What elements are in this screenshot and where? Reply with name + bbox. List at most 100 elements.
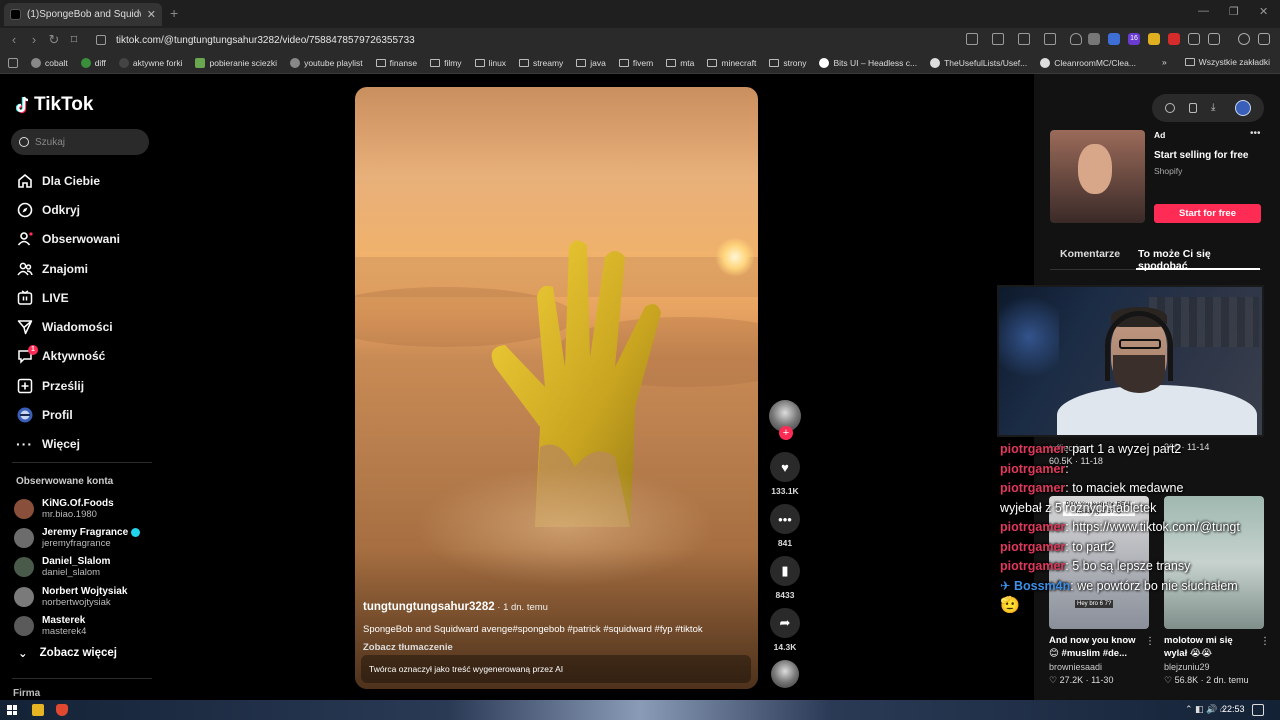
bookmark-folder[interactable]: mta: [666, 58, 694, 68]
followed-account[interactable]: KiNG.Of.Foods mr.biao.1980: [14, 494, 140, 523]
media-control-icon[interactable]: [1238, 33, 1250, 45]
panel-tabs: Komentarze To może Ci się spodobać: [1050, 246, 1262, 272]
maximize-icon[interactable]: ❐: [1229, 5, 1239, 18]
follow-plus-icon[interactable]: +: [779, 426, 793, 440]
bookmark-folder[interactable]: filmy: [430, 58, 462, 68]
phone-icon[interactable]: [1189, 103, 1197, 113]
ad-thumbnail[interactable]: [1050, 130, 1145, 223]
nav-explore[interactable]: Odkryj: [16, 195, 120, 224]
tab-comments[interactable]: Komentarze: [1060, 248, 1120, 260]
back-icon[interactable]: ‹: [6, 32, 22, 47]
nav-live[interactable]: LIVE: [16, 283, 120, 312]
following-icon: [16, 231, 33, 248]
site-info-icon[interactable]: [96, 35, 106, 45]
more-bookmarks-icon[interactable]: »: [1162, 57, 1167, 67]
bookmark-folder[interactable]: minecraft: [707, 58, 756, 68]
file-explorer-icon[interactable]: [32, 704, 44, 716]
pip-icon[interactable]: [992, 33, 1004, 45]
nav-activity[interactable]: 1 Aktywność: [16, 342, 120, 371]
bookmark-folder[interactable]: finanse: [375, 58, 417, 68]
ai-generated-notice: Twórca oznaczył jako treść wygenerowaną …: [361, 655, 751, 683]
minimize-icon[interactable]: —: [1198, 5, 1209, 17]
search-input[interactable]: Szukaj: [11, 129, 149, 155]
nav-friends[interactable]: Znajomi: [16, 254, 120, 283]
sidebar-toggle-icon[interactable]: [1208, 33, 1220, 45]
folder-icon: [519, 58, 530, 67]
followed-account[interactable]: Masterek masterek4: [14, 611, 140, 640]
bookmark-folder[interactable]: linux: [474, 58, 506, 68]
yellow-extension-icon[interactable]: [1148, 33, 1160, 45]
windows-start-icon[interactable]: [7, 705, 17, 715]
bookmark-item[interactable]: aktywne forki: [118, 57, 182, 68]
bits-ui-icon: [819, 57, 830, 68]
system-tray-icons[interactable]: ⌃ ◧ 🔊 ⌂: [1185, 704, 1225, 715]
close-window-icon[interactable]: ✕: [1259, 5, 1268, 18]
avatar[interactable]: [1235, 100, 1251, 116]
forward-icon[interactable]: ›: [26, 32, 42, 47]
tiktok-logo[interactable]: TikTok: [16, 94, 93, 116]
followed-accounts-list: KiNG.Of.Foods mr.biao.1980 Jeremy Fragran…: [14, 494, 141, 640]
video-author[interactable]: tungtungtungsahur3282 · 1 dn. temu: [363, 601, 548, 613]
nav-more[interactable]: ··· Więcej: [16, 430, 120, 459]
menu-icon[interactable]: [1258, 33, 1270, 45]
nav-profile[interactable]: Profil: [16, 400, 120, 429]
all-bookmarks[interactable]: » Wszystkie zakładki: [1162, 57, 1270, 67]
extension-badge-icon[interactable]: 16: [1128, 33, 1140, 45]
like-button[interactable]: ♥ 133.1K: [769, 452, 801, 496]
share-icon[interactable]: [1044, 33, 1056, 45]
see-translation-link[interactable]: Zobacz tłumaczenie: [363, 642, 453, 653]
ad-title[interactable]: Start selling for free: [1154, 150, 1248, 161]
reload-icon[interactable]: ↻: [46, 32, 62, 48]
bookmark-folder[interactable]: strony: [769, 58, 806, 68]
ad-cta-button[interactable]: Start for free: [1154, 204, 1261, 223]
bookmark-icon[interactable]: ⌑: [66, 32, 82, 48]
card-menu-icon[interactable]: ⋮: [1145, 636, 1155, 647]
video-description: SpongeBob and Squidward avenge#spongebob…: [363, 624, 703, 635]
folder-icon: [375, 58, 386, 67]
followed-account[interactable]: Daniel_Slalom daniel_slalom: [14, 553, 140, 582]
extensions-icon[interactable]: [1188, 33, 1200, 45]
save-button[interactable]: ▮ 8433: [769, 556, 801, 600]
browser-tab[interactable]: (1)SpongeBob and Squidward avenge ✕: [4, 3, 162, 26]
cast-off-icon[interactable]: [966, 33, 978, 45]
download-icon[interactable]: ⤓: [1211, 103, 1221, 113]
sound-avatar[interactable]: [769, 660, 801, 688]
pause-extension-icon[interactable]: [1088, 33, 1100, 45]
close-tab-icon[interactable]: ✕: [147, 8, 156, 21]
nav-upload[interactable]: Prześlij: [16, 371, 120, 400]
notifications-icon[interactable]: [1252, 704, 1264, 716]
nav-messages[interactable]: Wiadomości: [16, 312, 120, 341]
bookmark-folder[interactable]: java: [576, 58, 606, 68]
bookmark-item[interactable]: CleanroomMC/Clea...: [1040, 57, 1136, 68]
bookmark-item[interactable]: TheUsefulLists/Usef...: [930, 57, 1027, 68]
share-button[interactable]: ➦ 14.3K: [769, 608, 801, 652]
url-field[interactable]: tiktok.com/@tungtungtungsahur3282/video/…: [88, 30, 1093, 50]
bookmark-folder[interactable]: fivem: [618, 58, 653, 68]
bookmark-item[interactable]: Bits UI – Headless c...: [819, 57, 917, 68]
video-player[interactable]: tungtungtungsahur3282 · 1 dn. temu Spong…: [355, 87, 758, 689]
followed-account[interactable]: Norbert Wojtysiak norbertwojtysiak: [14, 582, 140, 611]
nav-following[interactable]: Obserwowani: [16, 225, 120, 254]
shield-icon[interactable]: [1070, 33, 1082, 45]
compass-icon[interactable]: [1165, 103, 1175, 113]
comment-button[interactable]: ••• 841: [769, 504, 801, 548]
bookmark-item[interactable]: diff: [80, 57, 106, 68]
footer-company[interactable]: Firma: [13, 688, 40, 699]
followed-account[interactable]: Jeremy Fragrance jeremyfragrance: [14, 523, 141, 552]
bookmark-folder[interactable]: streamy: [519, 58, 563, 68]
folder-icon: [1184, 58, 1195, 66]
ad-menu-icon[interactable]: •••: [1250, 128, 1261, 139]
wave-extension-icon[interactable]: [1108, 33, 1120, 45]
apps-grid-icon[interactable]: [8, 57, 18, 68]
creator-avatar[interactable]: +: [769, 400, 801, 440]
bookmark-item[interactable]: youtube playlist: [290, 57, 363, 68]
see-more-button[interactable]: ⌄ Zobacz więcej: [18, 646, 117, 660]
nav-for-you[interactable]: Dla Ciebie: [16, 166, 120, 195]
red-extension-icon[interactable]: [1168, 33, 1180, 45]
bookmark-item[interactable]: pobieranie sciezki: [195, 57, 277, 68]
card-menu-icon[interactable]: ⋮: [1260, 636, 1270, 647]
brave-browser-icon[interactable]: [56, 704, 68, 716]
bookmark-item[interactable]: cobalt: [31, 57, 68, 68]
new-tab-icon[interactable]: +: [170, 5, 178, 21]
translate-icon[interactable]: [1018, 33, 1030, 45]
